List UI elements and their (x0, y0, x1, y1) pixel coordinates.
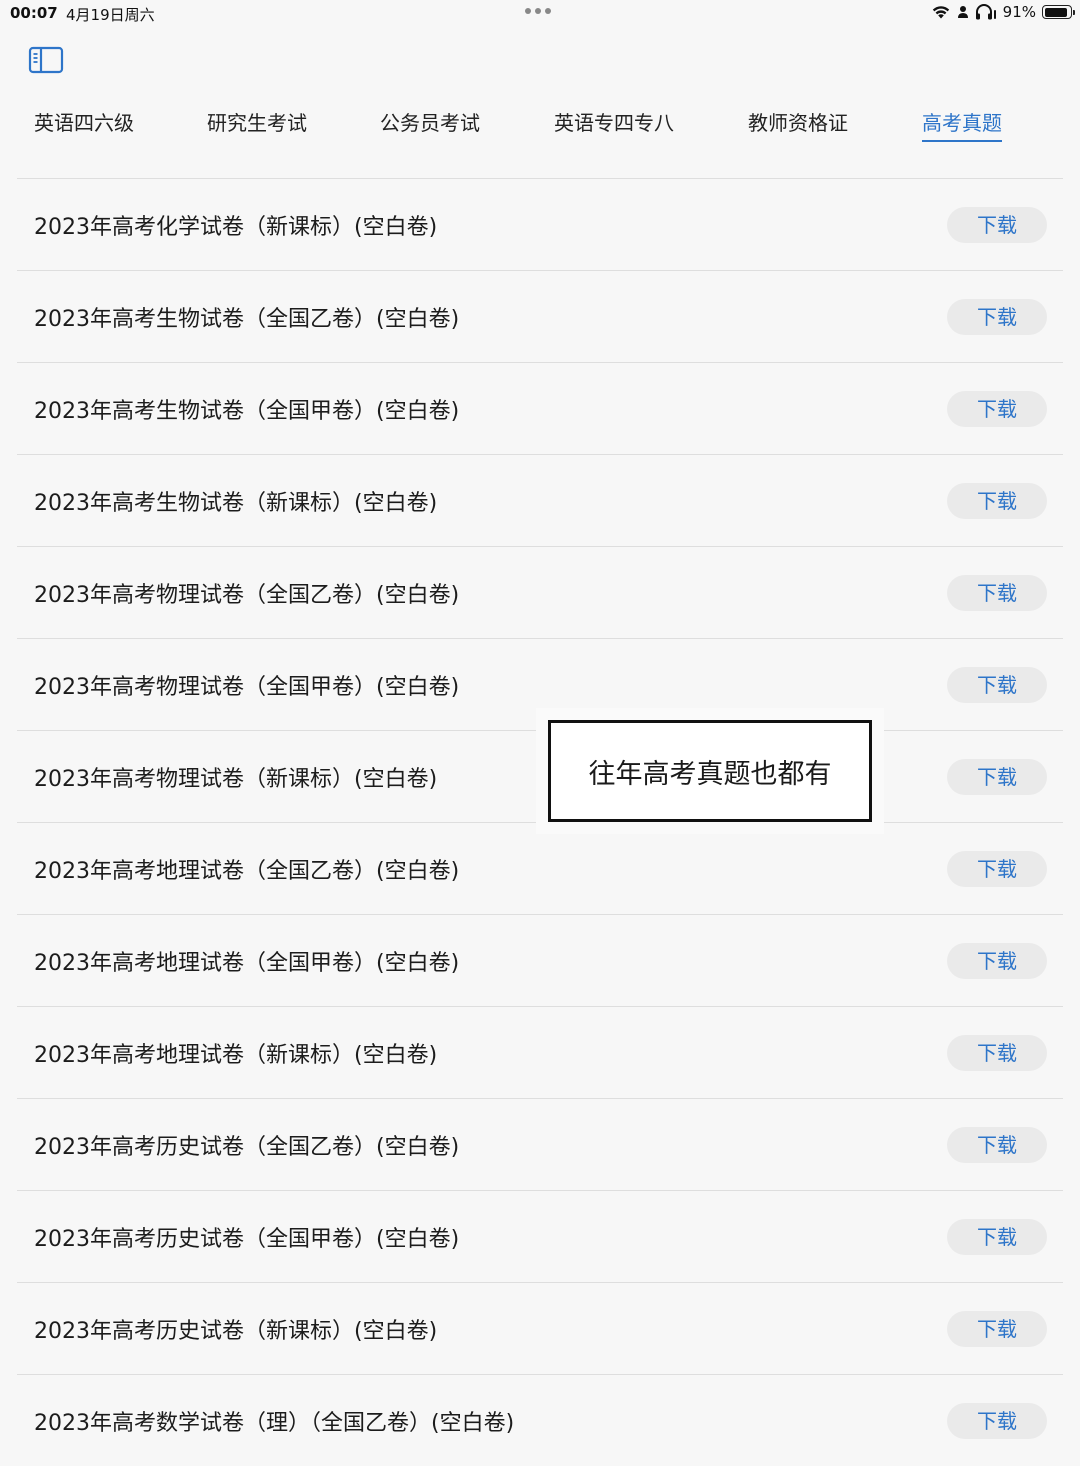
battery-fill (1044, 7, 1068, 17)
download-button[interactable]: 下载 (947, 575, 1047, 611)
download-button[interactable]: 下载 (947, 759, 1047, 795)
list-item[interactable]: 2023年高考地理试卷（全国乙卷）(空白卷) 下载 (17, 822, 1063, 914)
sidebar-toggle-icon[interactable] (28, 46, 64, 74)
download-button[interactable]: 下载 (947, 391, 1047, 427)
tab-1[interactable]: 研究生考试 (207, 108, 307, 138)
list-item[interactable]: 2023年高考化学试卷（新课标）(空白卷) 下载 (17, 178, 1063, 270)
tab-2[interactable]: 公务员考试 (380, 108, 480, 138)
list-item[interactable]: 2023年高考数学试卷（理）（全国乙卷）(空白卷) 下载 (17, 1374, 1063, 1466)
paper-title: 2023年高考生物试卷（全国甲卷）(空白卷) (34, 399, 460, 424)
status-indicators: 91% (931, 3, 1075, 21)
list-item[interactable]: 2023年高考生物试卷（全国乙卷）(空白卷) 下载 (17, 270, 1063, 362)
paper-title: 2023年高考物理试卷（全国乙卷）(空白卷) (34, 583, 460, 608)
paper-title: 2023年高考地理试卷（新课标）(空白卷) (34, 1043, 438, 1068)
tab-5[interactable]: 高考真题 (922, 108, 1002, 142)
paper-title: 2023年高考生物试卷（新课标）(空白卷) (34, 491, 438, 516)
status-time: 00:07 (10, 4, 58, 22)
person-icon (957, 6, 968, 18)
list-item[interactable]: 2023年高考生物试卷（全国甲卷）(空白卷) 下载 (17, 362, 1063, 454)
list-item[interactable]: 2023年高考地理试卷（全国甲卷）(空白卷) 下载 (17, 914, 1063, 1006)
paper-title: 2023年高考地理试卷（全国甲卷）(空白卷) (34, 951, 460, 976)
paper-title: 2023年高考化学试卷（新课标）(空白卷) (34, 215, 438, 240)
tab-4[interactable]: 教师资格证 (748, 108, 848, 138)
paper-title: 2023年高考物理试卷（全国甲卷）(空白卷) (34, 675, 460, 700)
annotation-overlay: 往年高考真题也都有 (536, 708, 884, 834)
tab-3[interactable]: 英语专四专八 (554, 108, 674, 138)
download-button[interactable]: 下载 (947, 1035, 1047, 1071)
list-item[interactable]: 2023年高考地理试卷（新课标）(空白卷) 下载 (17, 1006, 1063, 1098)
download-button[interactable]: 下载 (947, 667, 1047, 703)
download-button[interactable]: 下载 (947, 1219, 1047, 1255)
category-tabs: 英语四六级 研究生考试 公务员考试 英语专四专八 教师资格证 高考真题 (34, 108, 1034, 144)
download-button[interactable]: 下载 (947, 299, 1047, 335)
download-button[interactable]: 下载 (947, 851, 1047, 887)
list-item[interactable]: 2023年高考生物试卷（新课标）(空白卷) 下载 (17, 454, 1063, 546)
paper-title: 2023年高考历史试卷（新课标）(空白卷) (34, 1319, 438, 1344)
download-button[interactable]: 下载 (947, 483, 1047, 519)
paper-title: 2023年高考生物试卷（全国乙卷）(空白卷) (34, 307, 460, 332)
download-button[interactable]: 下载 (947, 943, 1047, 979)
download-button[interactable]: 下载 (947, 1127, 1047, 1163)
wifi-icon (932, 6, 949, 19)
paper-title: 2023年高考物理试卷（新课标）(空白卷) (34, 767, 438, 792)
status-date: 4月19日周六 (66, 6, 155, 24)
paper-title: 2023年高考数学试卷（理）（全国乙卷）(空白卷) (34, 1411, 515, 1436)
download-button[interactable]: 下载 (947, 1311, 1047, 1347)
battery-percent: 91% (1002, 3, 1036, 21)
paper-title: 2023年高考历史试卷（全国甲卷）(空白卷) (34, 1227, 460, 1252)
battery-icon (1042, 5, 1075, 19)
download-button[interactable]: 下载 (947, 1403, 1047, 1439)
list-item[interactable]: 2023年高考物理试卷（全国乙卷）(空白卷) 下载 (17, 546, 1063, 638)
list-item[interactable]: 2023年高考历史试卷（全国乙卷）(空白卷) 下载 (17, 1098, 1063, 1190)
multitask-dots-icon[interactable] (525, 8, 551, 14)
download-button[interactable]: 下载 (947, 207, 1047, 243)
annotation-text: 往年高考真题也都有 (548, 720, 872, 822)
status-bar: 00:07 4月19日周六 91% (0, 0, 1080, 28)
list-item[interactable]: 2023年高考历史试卷（新课标）(空白卷) 下载 (17, 1282, 1063, 1374)
tab-0[interactable]: 英语四六级 (34, 108, 134, 138)
paper-title: 2023年高考地理试卷（全国乙卷）(空白卷) (34, 859, 460, 884)
headphones-icon (975, 4, 996, 20)
paper-title: 2023年高考历史试卷（全国乙卷）(空白卷) (34, 1135, 460, 1160)
list-item[interactable]: 2023年高考历史试卷（全国甲卷）(空白卷) 下载 (17, 1190, 1063, 1282)
